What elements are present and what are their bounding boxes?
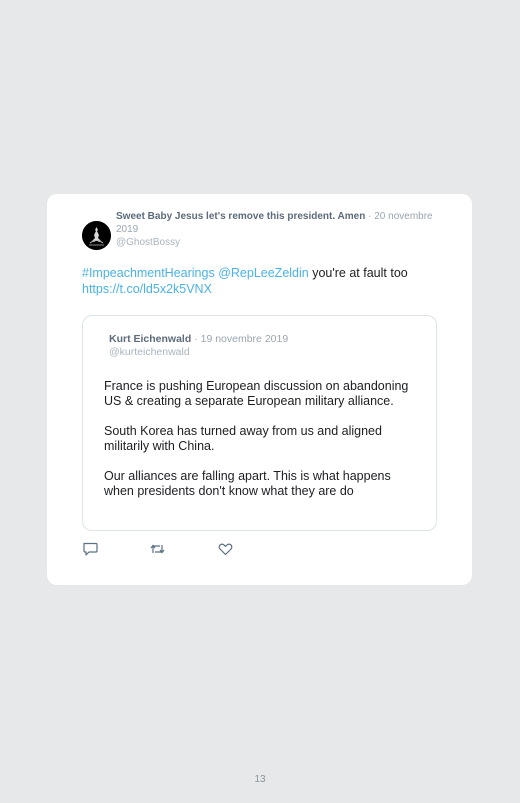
quoted-paragraph: France is pushing European discussion on… bbox=[104, 379, 409, 408]
reply-button[interactable] bbox=[82, 541, 100, 557]
like-button[interactable] bbox=[217, 541, 235, 557]
tweet-header: Sweet Baby Jesus let's remove this presi… bbox=[116, 210, 436, 249]
quoted-tweet-date: 19 novembre 2019 bbox=[200, 333, 289, 345]
tweet-plain-text: you're at fault too bbox=[312, 266, 408, 280]
author-name[interactable]: Sweet Baby Jesus let's remove this presi… bbox=[116, 211, 365, 222]
quoted-tweet-text: France is pushing European discussion on… bbox=[104, 379, 419, 514]
heart-icon bbox=[218, 543, 233, 556]
author-handle[interactable]: @GhostBossy bbox=[116, 236, 436, 249]
tweet-text: #ImpeachmentHearings @RepLeeZeldin you'r… bbox=[82, 266, 442, 297]
quoted-author-name: Kurt Eichenwald bbox=[109, 333, 192, 345]
quoted-paragraph: South Korea has turned away from us and … bbox=[104, 424, 382, 453]
url-link[interactable]: https://t.co/ld5x2k5VNX bbox=[82, 282, 212, 296]
reply-icon bbox=[83, 542, 98, 556]
dark-figure-avatar-icon bbox=[82, 221, 111, 250]
quoted-author-handle: @kurteichenwald bbox=[109, 345, 190, 358]
quoted-tweet[interactable]: Kurt Eichenwald · 19 novembre 2019 @kurt… bbox=[82, 315, 437, 531]
hashtag-link[interactable]: #ImpeachmentHearings bbox=[82, 266, 215, 280]
tweet-actions bbox=[82, 541, 282, 557]
retweet-icon bbox=[150, 544, 165, 554]
page-number: 13 bbox=[254, 774, 266, 785]
mention-link[interactable]: @RepLeeZeldin bbox=[218, 266, 309, 280]
quoted-tweet-header: Kurt Eichenwald · 19 novembre 2019 @kurt… bbox=[109, 333, 288, 358]
retweet-button[interactable] bbox=[149, 541, 167, 557]
quoted-separator: · bbox=[194, 333, 198, 345]
tweet-card: Sweet Baby Jesus let's remove this presi… bbox=[47, 194, 472, 585]
separator: · bbox=[368, 211, 372, 222]
quoted-paragraph: Our alliances are falling apart. This is… bbox=[104, 469, 391, 498]
avatar[interactable] bbox=[82, 221, 111, 250]
